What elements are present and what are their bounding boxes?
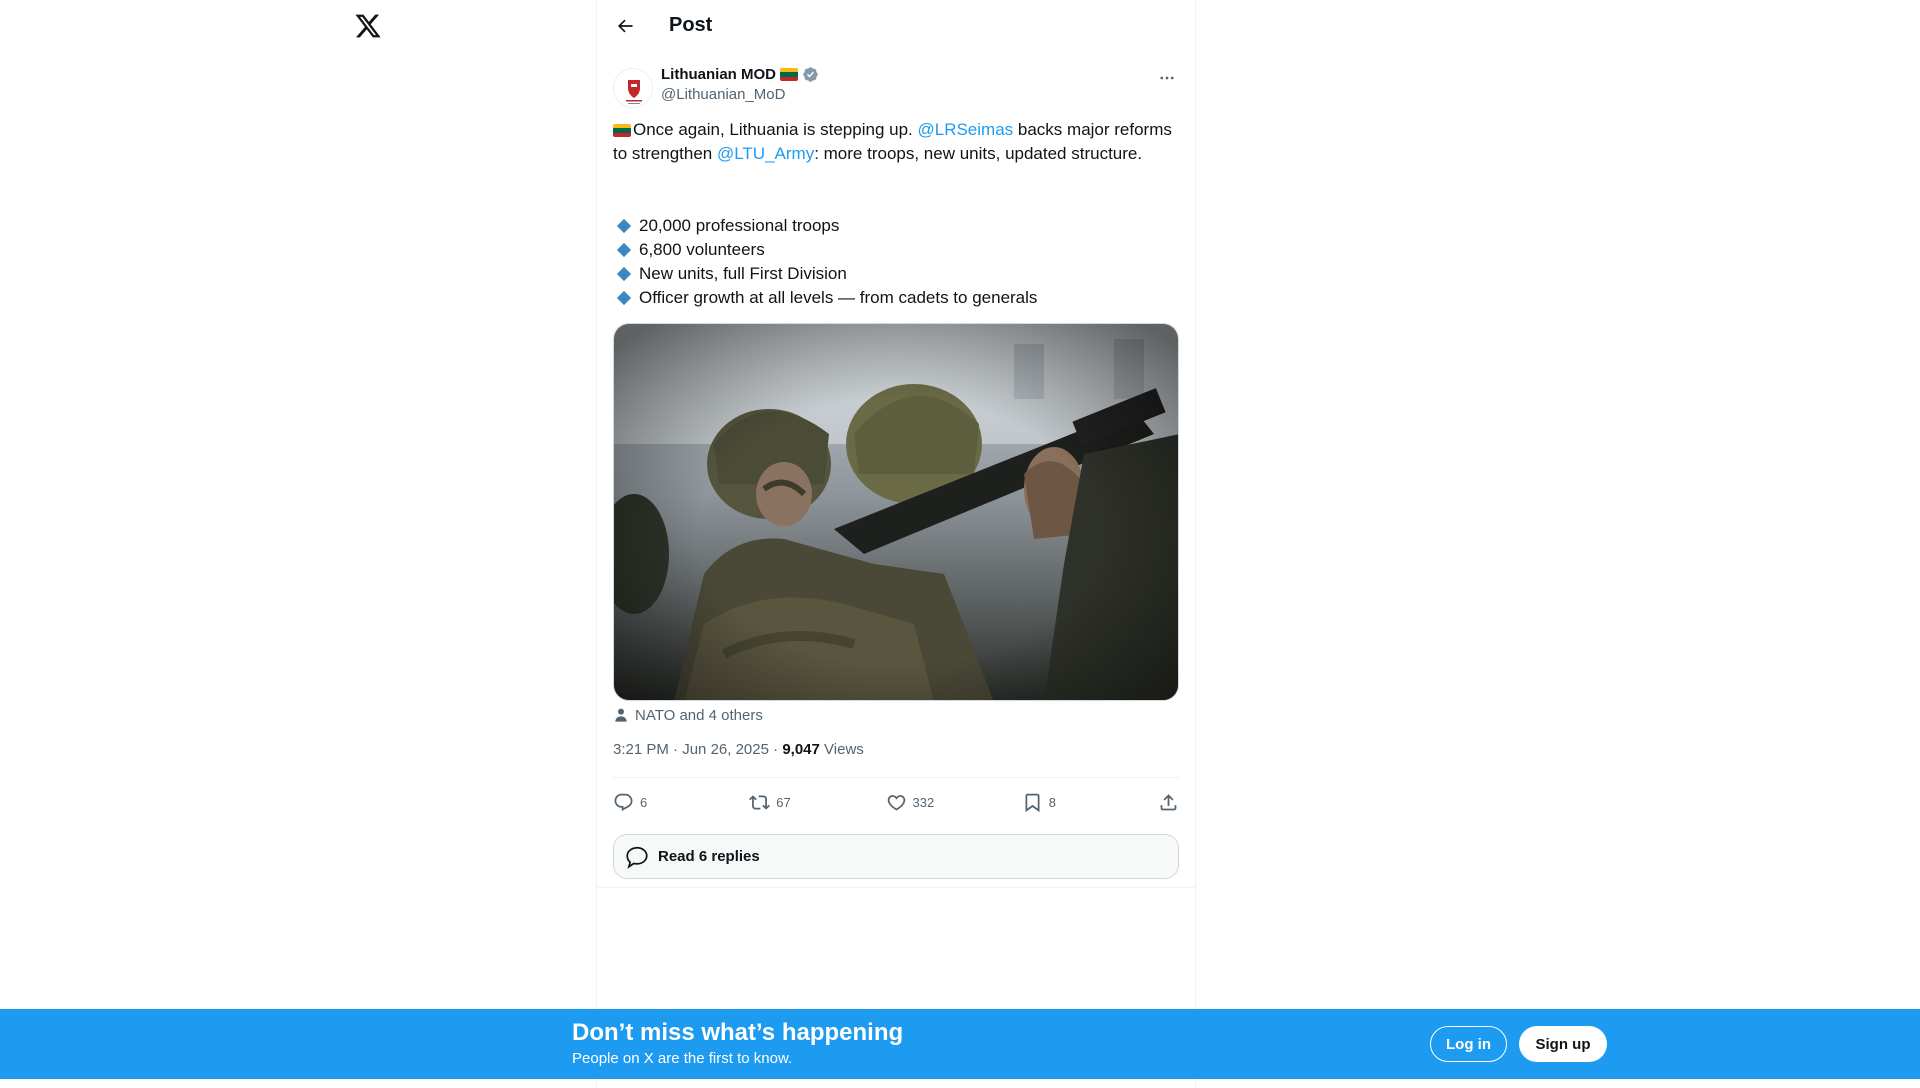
person-icon bbox=[613, 707, 629, 723]
list-item-text: 6,800 volunteers bbox=[639, 240, 765, 259]
share-icon bbox=[1160, 793, 1177, 810]
post-text: Once again, Lithuania is stepping up. @L… bbox=[613, 118, 1179, 166]
blue-diamond-icon bbox=[616, 242, 632, 258]
more-options-icon[interactable] bbox=[1155, 66, 1179, 90]
like-count: 332 bbox=[912, 794, 935, 810]
speech-bubble-icon bbox=[626, 846, 648, 869]
divider bbox=[597, 887, 1195, 888]
blue-diamond-icon bbox=[616, 290, 632, 306]
post-image[interactable] bbox=[613, 323, 1179, 701]
post-actions: 6 67 332 8 bbox=[613, 788, 1179, 816]
bookmark-count: 8 bbox=[1048, 794, 1056, 810]
verified-badge-icon bbox=[802, 66, 819, 83]
read-replies-label: Read 6 replies bbox=[658, 848, 760, 865]
signup-banner: Don’t miss what’s happening People on X … bbox=[0, 1009, 1920, 1079]
post-meta: 3:21 PM · Jun 26, 2025 · 9,047 Views bbox=[613, 741, 864, 758]
author-handle[interactable]: @Lithuanian_MoD bbox=[661, 86, 785, 103]
blue-diamond-icon bbox=[616, 218, 632, 234]
mention-link[interactable]: @LRSeimas bbox=[917, 120, 1013, 139]
banner-title: Don’t miss what’s happening bbox=[572, 1019, 904, 1046]
post-text-part: Once again, Lithuania is stepping up. bbox=[633, 120, 918, 139]
page-title: Post bbox=[669, 14, 713, 36]
bookmark-icon bbox=[1025, 793, 1040, 812]
list-item-text: Officer growth at all levels — from cade… bbox=[639, 288, 1038, 307]
repost-icon bbox=[749, 794, 771, 810]
blue-diamond-icon bbox=[616, 266, 632, 282]
list-item: 20,000 professional troops bbox=[613, 214, 1179, 238]
lithuania-flag-icon bbox=[780, 68, 798, 81]
reply-count: 6 bbox=[640, 794, 648, 810]
signup-button[interactable]: Sign up bbox=[1519, 1026, 1607, 1062]
tagged-users[interactable]: NATO and 4 others bbox=[613, 704, 763, 726]
meta-separator: · bbox=[668, 741, 683, 758]
post-text-part: : more troops, new units, updated struct… bbox=[814, 144, 1143, 163]
post-header: Post bbox=[597, 0, 1195, 53]
arrow-left-icon[interactable] bbox=[611, 12, 639, 40]
mention-link[interactable]: @LTU_Army bbox=[717, 144, 814, 163]
list-item-text: 20,000 professional troops bbox=[639, 216, 840, 235]
divider bbox=[613, 777, 1179, 778]
list-item: Officer growth at all levels — from cade… bbox=[613, 286, 1179, 310]
tagged-text: NATO and 4 others bbox=[635, 706, 763, 724]
list-item: New units, full First Division bbox=[613, 262, 1179, 286]
author-name-row: Lithuanian MOD bbox=[661, 66, 819, 83]
reply-button[interactable]: 6 bbox=[613, 792, 713, 813]
views-count: 9,047 bbox=[782, 741, 820, 758]
banner-subtitle: People on X are the first to know. bbox=[572, 1050, 793, 1067]
main-column: Post Lithuanian MOD @Lithuanian_MoD Once… bbox=[596, 0, 1196, 1088]
author-name[interactable]: Lithuanian MOD bbox=[661, 66, 776, 83]
lithuania-flag-icon bbox=[613, 124, 631, 137]
like-button[interactable]: 332 bbox=[886, 792, 986, 813]
repost-button[interactable]: 67 bbox=[749, 792, 849, 813]
read-replies-button[interactable]: Read 6 replies bbox=[613, 834, 1179, 879]
share-button[interactable] bbox=[1158, 792, 1179, 813]
heart-icon bbox=[887, 794, 905, 811]
post-date[interactable]: Jun 26, 2025 bbox=[682, 741, 769, 758]
views-label: Views bbox=[824, 741, 864, 758]
reply-icon bbox=[614, 793, 633, 811]
post-author: Lithuanian MOD @Lithuanian_MoD bbox=[613, 64, 1179, 108]
login-button[interactable]: Log in bbox=[1430, 1026, 1507, 1062]
post-time[interactable]: 3:21 PM bbox=[613, 741, 669, 758]
list-item: 6,800 volunteers bbox=[613, 238, 1179, 262]
meta-separator: · bbox=[768, 741, 783, 758]
x-logo-icon[interactable] bbox=[354, 12, 382, 40]
bookmark-button[interactable]: 8 bbox=[1022, 792, 1122, 813]
list-item-text: New units, full First Division bbox=[639, 264, 847, 283]
post-bullet-list: 20,000 professional troops 6,800 volunte… bbox=[613, 214, 1179, 310]
repost-count: 67 bbox=[776, 794, 791, 810]
avatar[interactable] bbox=[613, 68, 653, 108]
